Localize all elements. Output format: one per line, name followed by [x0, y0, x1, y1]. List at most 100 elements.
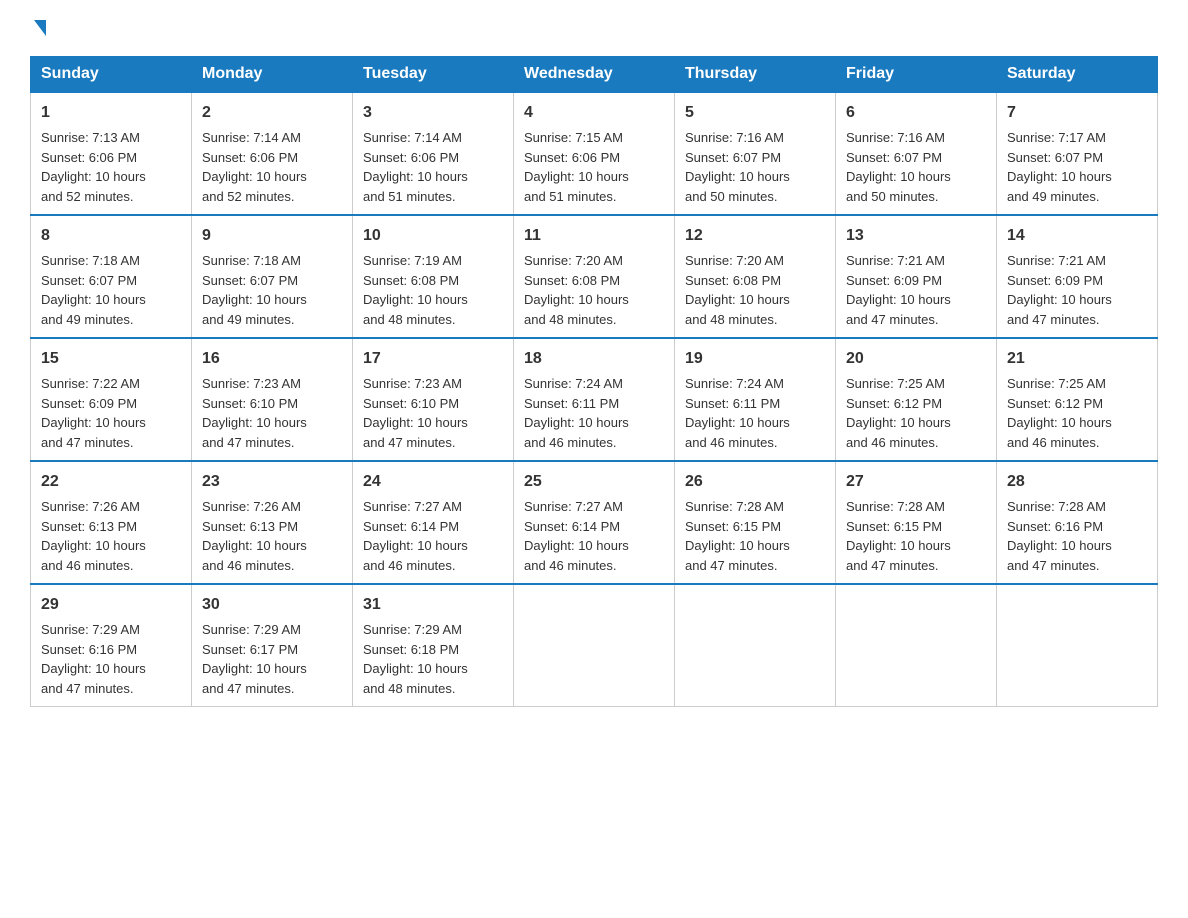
day-number: 17 — [363, 347, 503, 371]
calendar-week-row: 15 Sunrise: 7:22 AMSunset: 6:09 PMDayligh… — [31, 338, 1158, 461]
calendar-cell — [514, 584, 675, 707]
calendar-cell: 26 Sunrise: 7:28 AMSunset: 6:15 PMDayligh… — [675, 461, 836, 584]
header-wednesday: Wednesday — [514, 57, 675, 93]
day-info: Sunrise: 7:20 AMSunset: 6:08 PMDaylight:… — [685, 251, 825, 329]
calendar-cell: 6 Sunrise: 7:16 AMSunset: 6:07 PMDaylight… — [836, 92, 997, 215]
calendar-cell: 7Sunrise: 7:17 AMSunset: 6:07 PMDaylight… — [997, 92, 1158, 215]
day-number: 5 — [685, 101, 825, 125]
calendar-cell: 21 Sunrise: 7:25 AMSunset: 6:12 PMDayligh… — [997, 338, 1158, 461]
calendar-cell: 8 Sunrise: 7:18 AMSunset: 6:07 PMDaylight… — [31, 215, 192, 338]
calendar-cell: 29 Sunrise: 7:29 AMSunset: 6:16 PMDayligh… — [31, 584, 192, 707]
day-info: Sunrise: 7:29 AMSunset: 6:16 PMDaylight:… — [41, 620, 181, 698]
calendar-cell: 16 Sunrise: 7:23 AMSunset: 6:10 PMDayligh… — [192, 338, 353, 461]
calendar-cell: 25 Sunrise: 7:27 AMSunset: 6:14 PMDayligh… — [514, 461, 675, 584]
day-info: Sunrise: 7:28 AMSunset: 6:16 PMDaylight:… — [1007, 497, 1147, 575]
calendar-cell: 27 Sunrise: 7:28 AMSunset: 6:15 PMDayligh… — [836, 461, 997, 584]
day-number: 27 — [846, 470, 986, 494]
day-number: 23 — [202, 470, 342, 494]
day-info: Sunrise: 7:18 AMSunset: 6:07 PMDaylight:… — [41, 251, 181, 329]
day-number: 6 — [846, 101, 986, 125]
calendar-cell: 28 Sunrise: 7:28 AMSunset: 6:16 PMDayligh… — [997, 461, 1158, 584]
day-info: Sunrise: 7:28 AMSunset: 6:15 PMDaylight:… — [685, 497, 825, 575]
day-info: Sunrise: 7:14 AMSunset: 6:06 PMDaylight:… — [202, 128, 342, 206]
calendar-cell: 30Sunrise: 7:29 AMSunset: 6:17 PMDayligh… — [192, 584, 353, 707]
day-info: Sunrise: 7:16 AMSunset: 6:07 PMDaylight:… — [685, 128, 825, 206]
day-info: Sunrise: 7:27 AMSunset: 6:14 PMDaylight:… — [363, 497, 503, 575]
day-number: 3 — [363, 101, 503, 125]
calendar-table: SundayMondayTuesdayWednesdayThursdayFrid… — [30, 56, 1158, 707]
calendar-week-row: 29 Sunrise: 7:29 AMSunset: 6:16 PMDayligh… — [31, 584, 1158, 707]
day-number: 19 — [685, 347, 825, 371]
calendar-cell: 14 Sunrise: 7:21 AMSunset: 6:09 PMDayligh… — [997, 215, 1158, 338]
header-sunday: Sunday — [31, 57, 192, 93]
day-number: 26 — [685, 470, 825, 494]
day-number: 2 — [202, 101, 342, 125]
day-number: 12 — [685, 224, 825, 248]
calendar-week-row: 22 Sunrise: 7:26 AMSunset: 6:13 PMDayligh… — [31, 461, 1158, 584]
day-number: 30 — [202, 593, 342, 617]
header-friday: Friday — [836, 57, 997, 93]
calendar-week-row: 8 Sunrise: 7:18 AMSunset: 6:07 PMDaylight… — [31, 215, 1158, 338]
day-number: 9 — [202, 224, 342, 248]
day-info: Sunrise: 7:14 AMSunset: 6:06 PMDaylight:… — [363, 128, 503, 206]
logo — [30, 20, 46, 36]
day-number: 11 — [524, 224, 664, 248]
header-tuesday: Tuesday — [353, 57, 514, 93]
day-number: 13 — [846, 224, 986, 248]
calendar-header-row: SundayMondayTuesdayWednesdayThursdayFrid… — [31, 57, 1158, 93]
calendar-cell: 10 Sunrise: 7:19 AMSunset: 6:08 PMDayligh… — [353, 215, 514, 338]
day-info: Sunrise: 7:20 AMSunset: 6:08 PMDaylight:… — [524, 251, 664, 329]
calendar-cell: 13 Sunrise: 7:21 AMSunset: 6:09 PMDayligh… — [836, 215, 997, 338]
day-number: 8 — [41, 224, 181, 248]
logo-triangle-icon — [34, 20, 46, 36]
calendar-cell — [997, 584, 1158, 707]
day-info: Sunrise: 7:23 AMSunset: 6:10 PMDaylight:… — [202, 374, 342, 452]
day-info: Sunrise: 7:25 AMSunset: 6:12 PMDaylight:… — [846, 374, 986, 452]
day-number: 25 — [524, 470, 664, 494]
header-thursday: Thursday — [675, 57, 836, 93]
day-number: 28 — [1007, 470, 1147, 494]
day-number: 29 — [41, 593, 181, 617]
day-number: 4 — [524, 101, 664, 125]
day-info: Sunrise: 7:13 AMSunset: 6:06 PMDaylight:… — [41, 128, 181, 206]
day-info: Sunrise: 7:22 AMSunset: 6:09 PMDaylight:… — [41, 374, 181, 452]
calendar-cell: 12 Sunrise: 7:20 AMSunset: 6:08 PMDayligh… — [675, 215, 836, 338]
calendar-cell: 20Sunrise: 7:25 AMSunset: 6:12 PMDayligh… — [836, 338, 997, 461]
calendar-cell: 23Sunrise: 7:26 AMSunset: 6:13 PMDayligh… — [192, 461, 353, 584]
day-info: Sunrise: 7:21 AMSunset: 6:09 PMDaylight:… — [1007, 251, 1147, 329]
day-info: Sunrise: 7:29 AMSunset: 6:18 PMDaylight:… — [363, 620, 503, 698]
calendar-cell — [675, 584, 836, 707]
calendar-cell: 11 Sunrise: 7:20 AMSunset: 6:08 PMDayligh… — [514, 215, 675, 338]
day-info: Sunrise: 7:21 AMSunset: 6:09 PMDaylight:… — [846, 251, 986, 329]
calendar-cell: 4Sunrise: 7:15 AMSunset: 6:06 PMDaylight… — [514, 92, 675, 215]
day-number: 14 — [1007, 224, 1147, 248]
day-number: 16 — [202, 347, 342, 371]
day-info: Sunrise: 7:18 AMSunset: 6:07 PMDaylight:… — [202, 251, 342, 329]
calendar-cell: 19 Sunrise: 7:24 AMSunset: 6:11 PMDayligh… — [675, 338, 836, 461]
day-info: Sunrise: 7:27 AMSunset: 6:14 PMDaylight:… — [524, 497, 664, 575]
calendar-cell: 15 Sunrise: 7:22 AMSunset: 6:09 PMDayligh… — [31, 338, 192, 461]
calendar-week-row: 1Sunrise: 7:13 AMSunset: 6:06 PMDaylight… — [31, 92, 1158, 215]
day-info: Sunrise: 7:16 AMSunset: 6:07 PMDaylight:… — [846, 128, 986, 206]
calendar-cell: 9 Sunrise: 7:18 AMSunset: 6:07 PMDaylight… — [192, 215, 353, 338]
calendar-cell: 1Sunrise: 7:13 AMSunset: 6:06 PMDaylight… — [31, 92, 192, 215]
day-number: 21 — [1007, 347, 1147, 371]
day-number: 15 — [41, 347, 181, 371]
day-number: 22 — [41, 470, 181, 494]
day-number: 10 — [363, 224, 503, 248]
page-header — [30, 20, 1158, 36]
calendar-cell: 18Sunrise: 7:24 AMSunset: 6:11 PMDayligh… — [514, 338, 675, 461]
day-info: Sunrise: 7:25 AMSunset: 6:12 PMDaylight:… — [1007, 374, 1147, 452]
header-saturday: Saturday — [997, 57, 1158, 93]
header-monday: Monday — [192, 57, 353, 93]
calendar-cell: 3 Sunrise: 7:14 AMSunset: 6:06 PMDaylight… — [353, 92, 514, 215]
calendar-cell: 5 Sunrise: 7:16 AMSunset: 6:07 PMDaylight… — [675, 92, 836, 215]
calendar-cell: 17Sunrise: 7:23 AMSunset: 6:10 PMDayligh… — [353, 338, 514, 461]
day-info: Sunrise: 7:28 AMSunset: 6:15 PMDaylight:… — [846, 497, 986, 575]
day-info: Sunrise: 7:24 AMSunset: 6:11 PMDaylight:… — [524, 374, 664, 452]
day-info: Sunrise: 7:24 AMSunset: 6:11 PMDaylight:… — [685, 374, 825, 452]
calendar-cell: 31Sunrise: 7:29 AMSunset: 6:18 PMDayligh… — [353, 584, 514, 707]
calendar-cell — [836, 584, 997, 707]
day-info: Sunrise: 7:19 AMSunset: 6:08 PMDaylight:… — [363, 251, 503, 329]
day-info: Sunrise: 7:26 AMSunset: 6:13 PMDaylight:… — [41, 497, 181, 575]
